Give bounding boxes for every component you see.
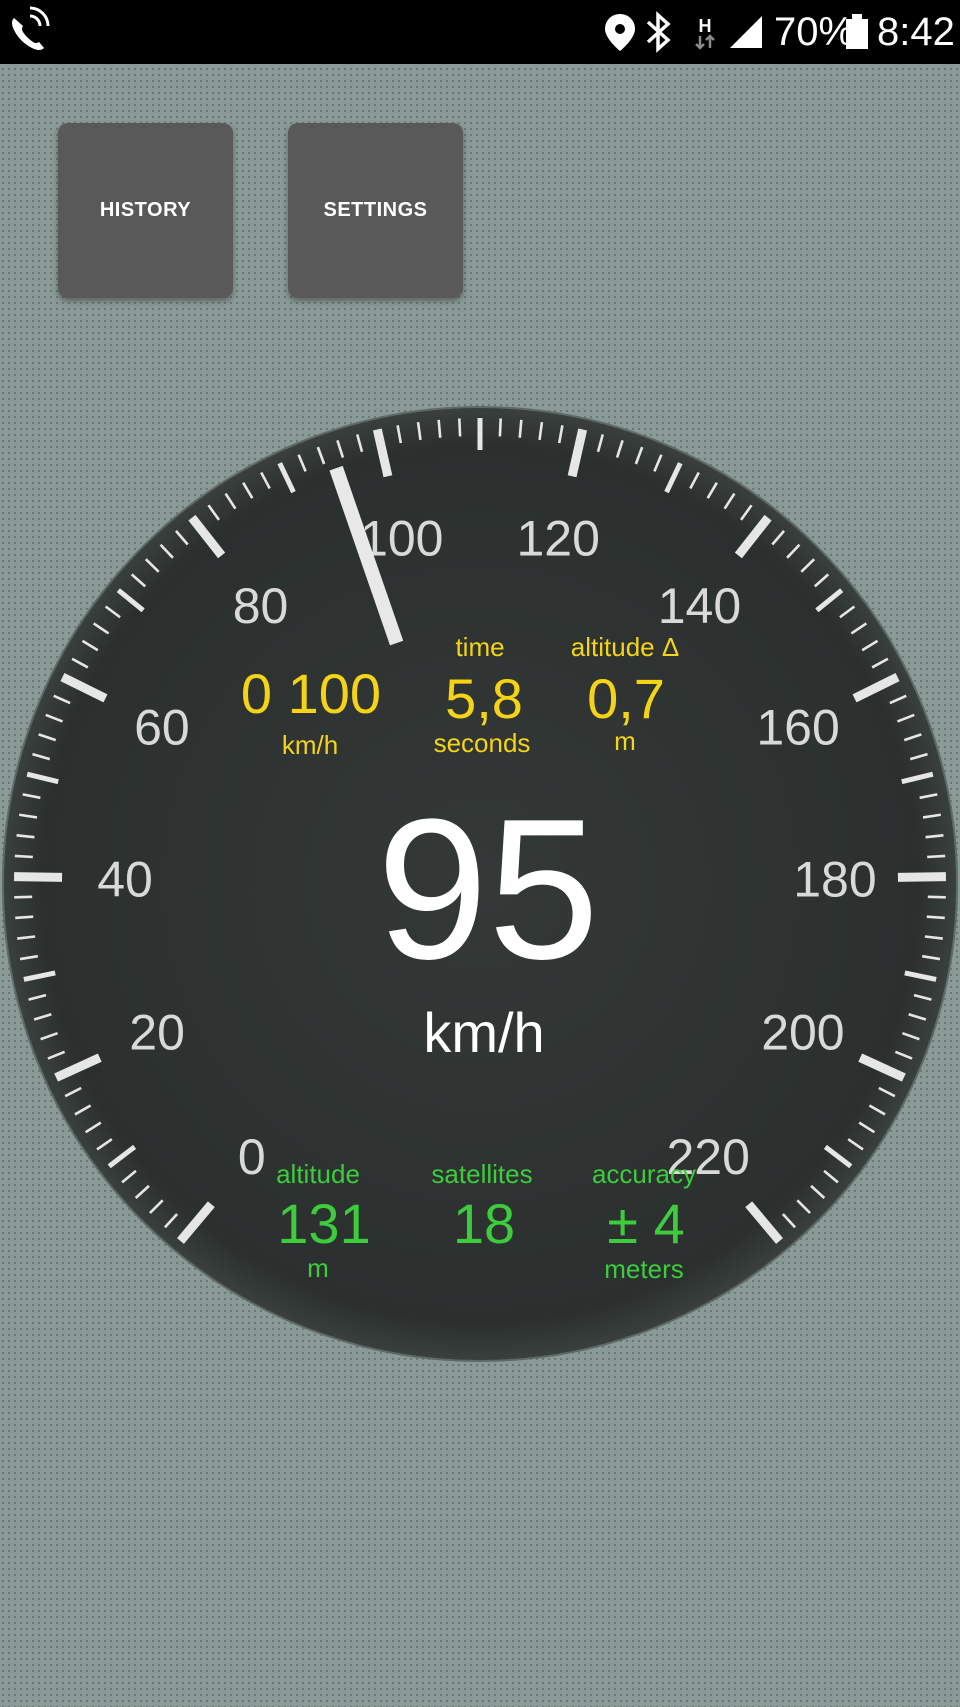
gauge-scale-label: 200 xyxy=(761,1004,844,1060)
gauge-tick xyxy=(897,872,947,882)
gauge-tick xyxy=(13,872,63,882)
accuracy-caption: accuracy xyxy=(592,1159,696,1189)
gauge-tick xyxy=(14,895,33,899)
gauge-scale-label: 140 xyxy=(658,578,741,634)
altitude-value: 131 xyxy=(277,1192,370,1255)
gauge-tick xyxy=(926,915,945,920)
gauge-tick xyxy=(15,915,34,920)
gauge-tick xyxy=(518,419,523,438)
time-caption: time xyxy=(455,632,504,662)
gauge-scale-label: 180 xyxy=(793,851,876,907)
gauge-tick xyxy=(927,895,946,899)
time-value: 5,8 xyxy=(445,667,523,730)
gauge-scale-label: 120 xyxy=(516,511,599,567)
accuracy-value: ± 4 xyxy=(607,1192,684,1255)
gauge-scale-label: 60 xyxy=(134,699,190,755)
gauge-scale-label: 40 xyxy=(97,851,153,907)
satellites-value: 18 xyxy=(453,1192,515,1255)
gauge-tick xyxy=(458,418,462,437)
altitude-caption: altitude xyxy=(276,1159,360,1189)
zero-to-hundred-value: 0 100 xyxy=(241,662,381,725)
gauge-tick xyxy=(498,418,502,437)
speed-value: 95 xyxy=(377,778,599,1001)
zero-to-hundred-unit: km/h xyxy=(282,730,338,760)
speedometer: 020406080100 120140160180200220 0 100 km/… xyxy=(2,406,958,1362)
time-unit: seconds xyxy=(434,728,531,758)
satellites-caption: satellites xyxy=(431,1159,532,1189)
gauge-scale-label: 160 xyxy=(756,699,839,755)
altitude-delta-value: 0,7 xyxy=(587,667,665,730)
altitude-delta-caption: altitude Δ xyxy=(571,632,679,662)
accuracy-unit: meters xyxy=(604,1254,683,1284)
gauge-scale-label: 0 xyxy=(238,1129,266,1185)
gauge-tick xyxy=(14,854,33,859)
altitude-unit: m xyxy=(307,1253,329,1283)
gauge-scale-label: 20 xyxy=(129,1004,185,1060)
gauge-scale-label: 80 xyxy=(233,578,289,634)
altitude-delta-unit: m xyxy=(614,726,636,756)
speed-unit: km/h xyxy=(423,1001,544,1064)
gauge-tick xyxy=(437,419,442,438)
gauge-tick xyxy=(927,854,946,859)
